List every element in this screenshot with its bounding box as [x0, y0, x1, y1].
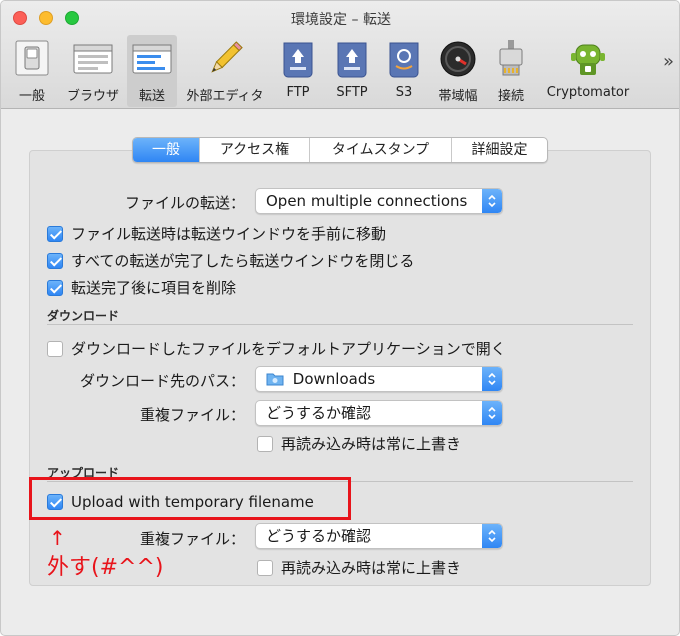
toolbar-label: Cryptomator — [546, 85, 630, 100]
bring-window-front-checkbox[interactable]: ファイル転送時は転送ウインドウを手前に移動 — [47, 223, 386, 244]
toolbar-label: FTP — [286, 85, 310, 100]
toolbar-item-general[interactable]: 一般 — [9, 35, 55, 107]
sftp-drive-icon — [337, 42, 367, 78]
download-duplicate-value: どうするか確認 — [266, 404, 372, 422]
checkbox-label: ダウンロードしたファイルをデフォルトアプリケーションで開く — [71, 340, 506, 358]
transfer-mode-value: Open multiple connections — [266, 192, 468, 210]
checkbox-label: 再読み込み時は常に上書き — [281, 559, 462, 577]
download-section-heading: ダウンロード — [47, 309, 120, 323]
toolbar-item-cryptomator[interactable]: Cryptomator — [541, 35, 635, 107]
checkbox-label: 再読み込み時は常に上書き — [281, 435, 462, 453]
toolbar-item-editor[interactable]: 外部エディタ — [181, 35, 269, 107]
popup-arrows-icon — [482, 524, 502, 548]
toolbar-overflow-icon[interactable]: » — [663, 51, 674, 72]
download-duplicate-label: 重複ファイル： — [139, 406, 245, 424]
toolbar-label: 一般 — [18, 89, 45, 104]
upload-overwrite-checkbox[interactable]: 再読み込み時は常に上書き — [257, 557, 461, 578]
upload-duplicate-value: どうするか確認 — [266, 527, 372, 545]
tab-permissions[interactable]: アクセス権 — [199, 138, 309, 162]
checkbox-label: 転送完了後に項目を削除 — [71, 279, 237, 297]
checkbox-checked[interactable] — [47, 252, 63, 269]
toolbar-item-bandwidth[interactable]: 帯域幅 — [433, 35, 483, 107]
toolbar-item-transfer[interactable]: 転送 — [127, 35, 177, 107]
ftp-drive-icon — [283, 42, 313, 78]
checkbox-label: すべての転送が完了したら転送ウインドウを閉じる — [71, 252, 415, 270]
tab-advanced[interactable]: 詳細設定 — [451, 138, 547, 162]
checkbox-checked[interactable] — [47, 225, 63, 242]
upload-duplicate-select[interactable]: どうするか確認 — [255, 523, 503, 549]
download-overwrite-checkbox[interactable]: 再読み込み時は常に上書き — [257, 433, 461, 454]
toolbar-label: S3 — [395, 85, 413, 100]
folder-icon — [266, 373, 284, 386]
toolbar-label: SFTP — [336, 85, 368, 100]
annotation-text: 外す(#^^) — [47, 555, 164, 580]
open-with-default-app-checkbox[interactable]: ダウンロードしたファイルをデフォルトアプリケーションで開く — [47, 338, 506, 359]
toolbar-label: 接続 — [497, 89, 524, 104]
popup-arrows-icon — [482, 401, 502, 425]
toolbar-item-ftp[interactable]: FTP — [277, 35, 319, 107]
tab-bar: 一般 アクセス権 タイムスタンプ 詳細設定 — [132, 137, 548, 163]
toolbar-item-sftp[interactable]: SFTP — [327, 35, 377, 107]
annotation-highlight-box — [29, 477, 351, 520]
s3-drive-icon — [389, 42, 419, 78]
window-title: 環境設定 – 転送 — [291, 12, 391, 28]
toolbar-label: 転送 — [138, 89, 165, 104]
toolbar-item-browser[interactable]: ブラウザ — [63, 35, 123, 107]
transfer-mode-select[interactable]: Open multiple connections — [255, 188, 503, 214]
transfer-mode-label: ファイルの転送： — [124, 194, 245, 212]
preferences-window: 環境設定 – 転送 一般 ブラウザ 転送 外部エディタ FTP SFTP S3 … — [0, 0, 680, 636]
switch-icon — [15, 40, 49, 76]
browser-window-icon — [73, 44, 113, 74]
toolbar-label: 外部エディタ — [186, 89, 264, 104]
cryptomator-robot-icon — [571, 44, 605, 75]
section-divider — [47, 324, 633, 325]
checkbox-unchecked[interactable] — [257, 559, 273, 576]
download-duplicate-select[interactable]: どうするか確認 — [255, 400, 503, 426]
toolbar-item-s3[interactable]: S3 — [383, 35, 425, 107]
toolbar-label: 帯域幅 — [438, 89, 478, 104]
toolbar: 環境設定 – 転送 一般 ブラウザ 転送 外部エディタ FTP SFTP S3 … — [1, 1, 679, 109]
checkbox-unchecked[interactable] — [47, 340, 63, 357]
pencil-icon — [211, 41, 243, 73]
popup-arrows-icon — [482, 367, 502, 391]
download-path-select[interactable]: Downloads — [255, 366, 503, 392]
annotation-arrow: ↑ — [49, 526, 66, 550]
close-window-after-transfer-checkbox[interactable]: すべての転送が完了したら転送ウインドウを閉じる — [47, 250, 414, 271]
toolbar-label: ブラウザ — [66, 89, 119, 104]
download-path-value: Downloads — [292, 370, 376, 388]
speedometer-icon — [440, 41, 476, 77]
tab-general[interactable]: 一般 — [133, 138, 199, 162]
download-path-label: ダウンロード先のパス： — [79, 372, 245, 390]
popup-arrows-icon — [482, 189, 502, 213]
checkbox-unchecked[interactable] — [257, 435, 273, 452]
upload-duplicate-label: 重複ファイル： — [139, 530, 245, 548]
checkbox-label: ファイル転送時は転送ウインドウを手前に移動 — [71, 225, 387, 243]
tab-timestamps[interactable]: タイムスタンプ — [309, 138, 451, 162]
transfer-window-icon — [132, 44, 172, 74]
toolbar-item-connection[interactable]: 接続 — [491, 35, 531, 107]
network-plug-icon — [499, 40, 523, 76]
checkbox-checked[interactable] — [47, 279, 63, 296]
remove-after-complete-checkbox[interactable]: 転送完了後に項目を削除 — [47, 277, 236, 298]
